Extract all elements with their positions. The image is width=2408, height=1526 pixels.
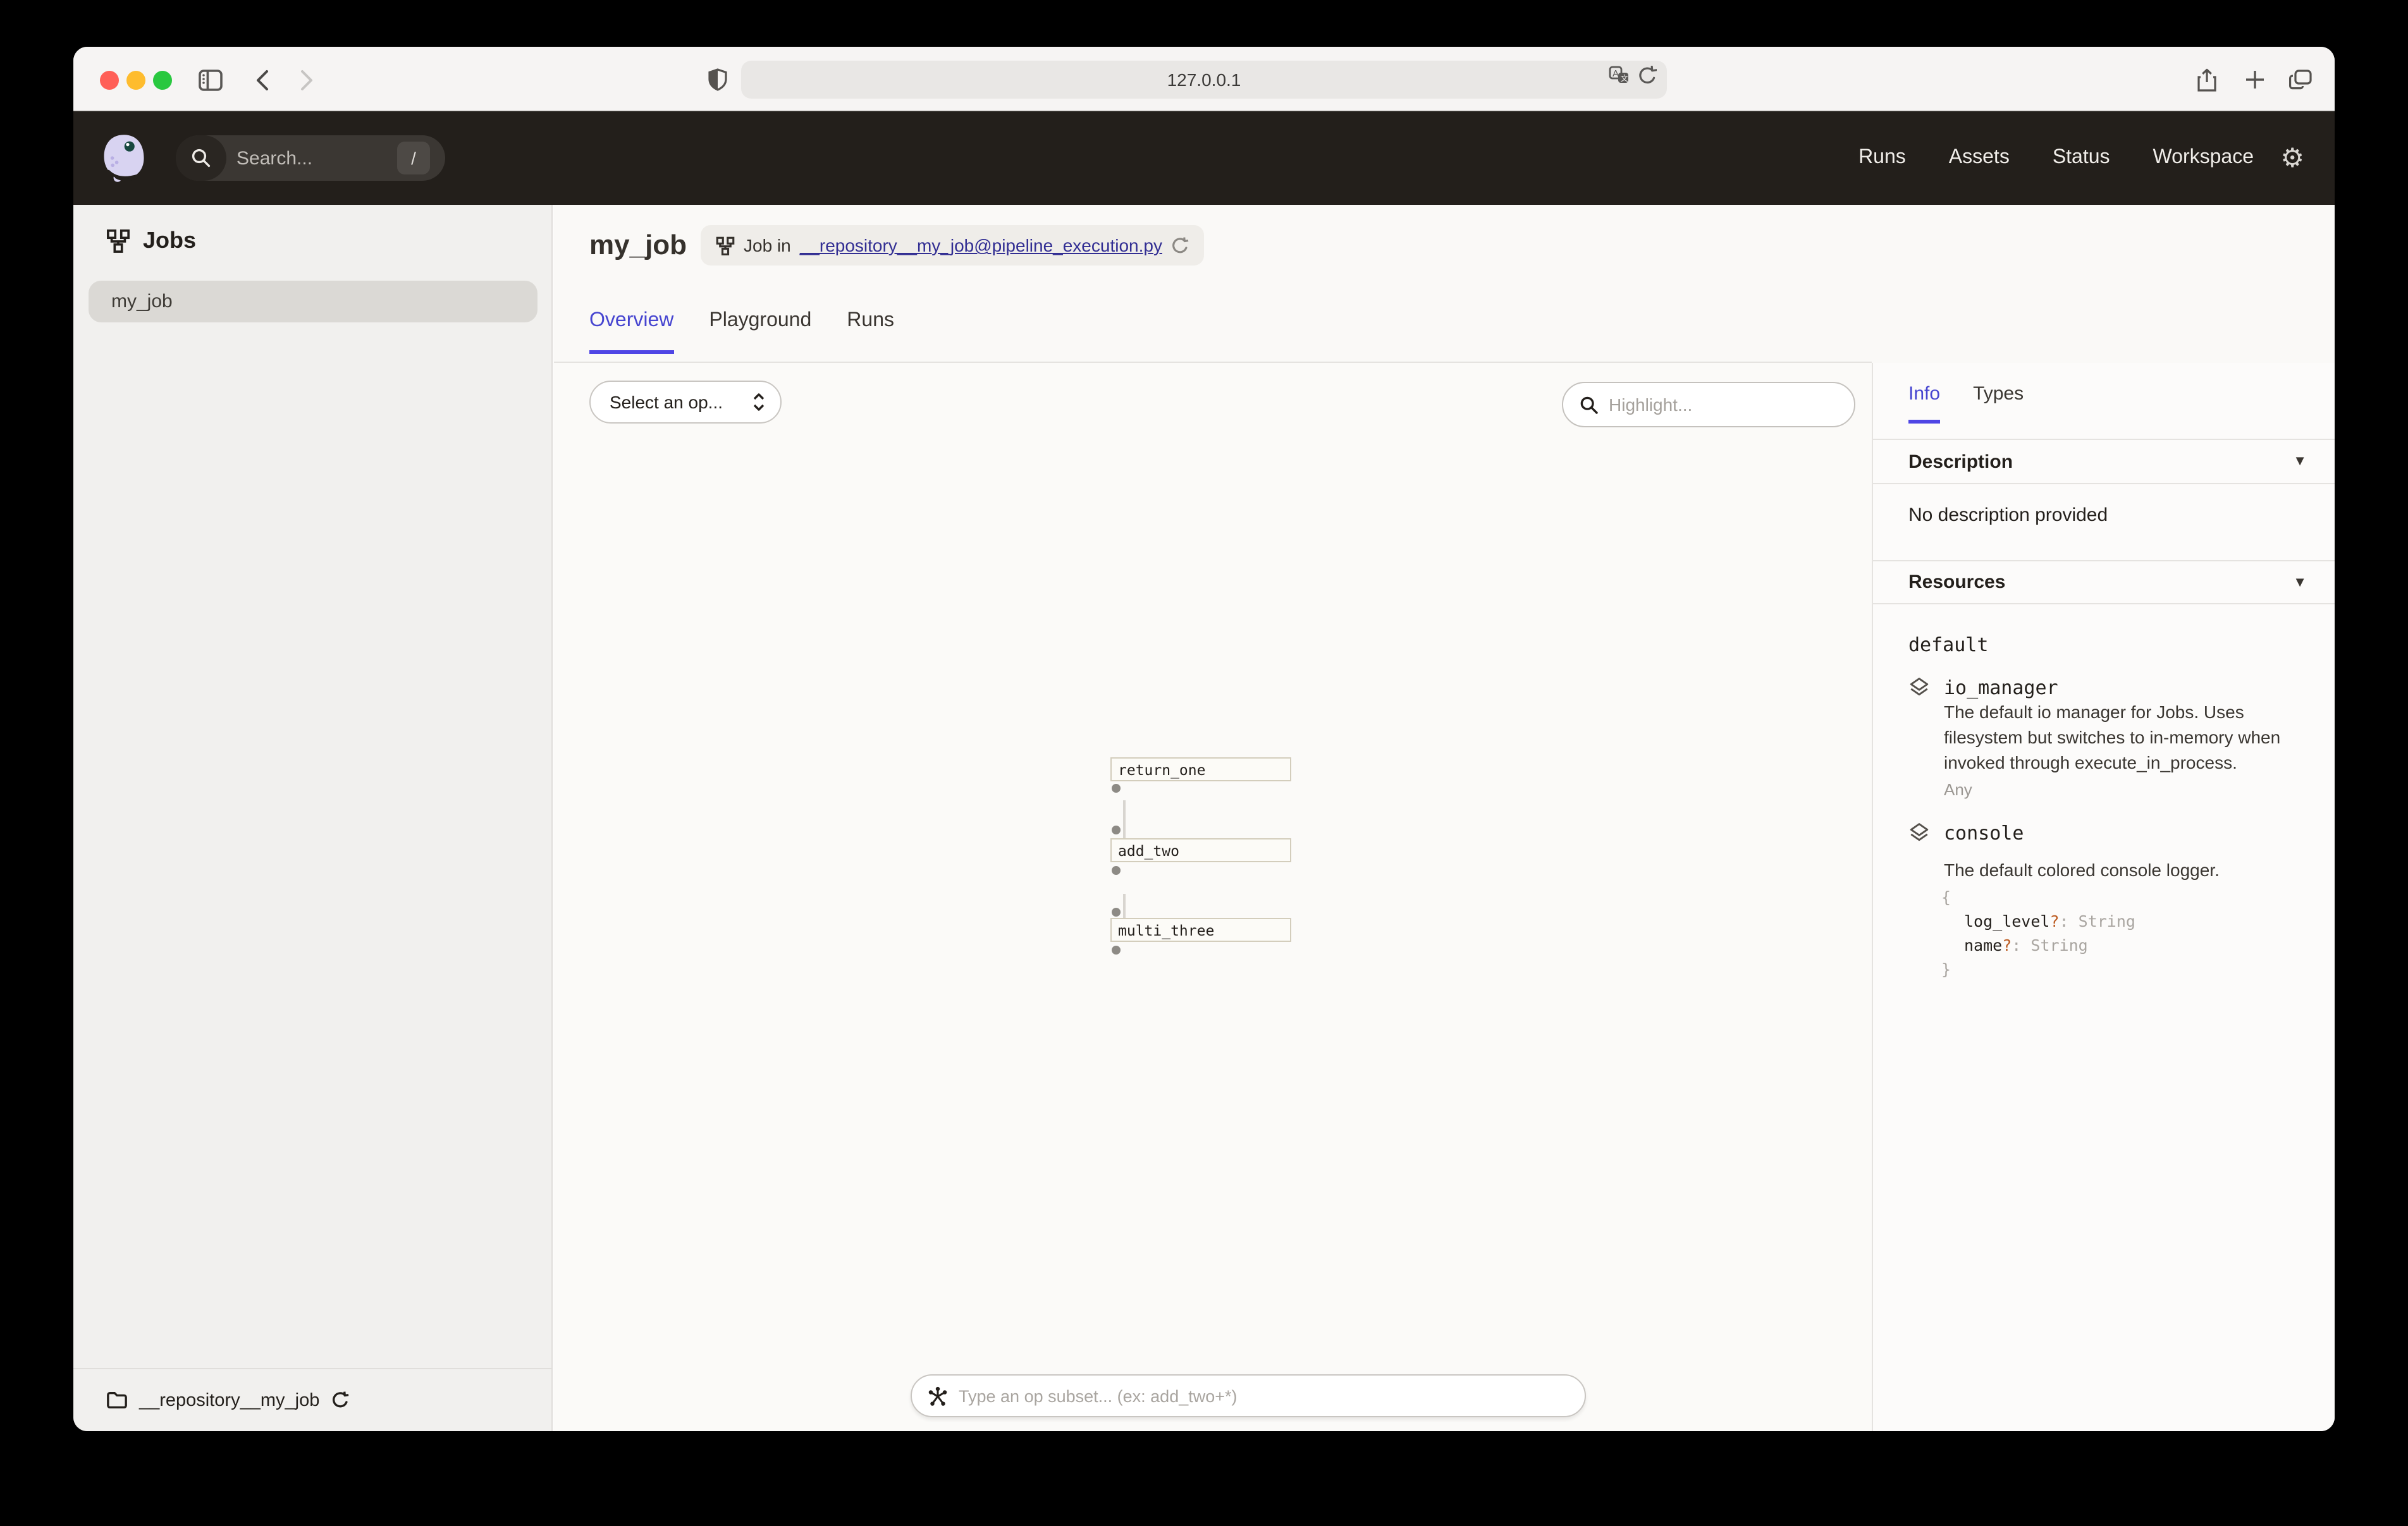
url-bar[interactable]: 127.0.0.1 A文 [741, 61, 1667, 99]
panel-tab-info[interactable]: Info [1908, 383, 1940, 424]
edge-return-one-add-two [1123, 800, 1126, 838]
global-search[interactable]: / [176, 135, 445, 181]
sidebar-jobs-title: Jobs [143, 228, 196, 254]
reload-icon[interactable] [1638, 66, 1657, 86]
output-port [1112, 866, 1121, 875]
tab-runs[interactable]: Runs [847, 310, 894, 354]
url-text: 127.0.0.1 [1167, 70, 1241, 90]
output-port [1112, 784, 1121, 793]
job-reload-icon[interactable] [1171, 236, 1189, 255]
panel-tab-types[interactable]: Types [1973, 383, 2024, 424]
job-origin-tag: Job in __repository__my_job@pipeline_exe… [701, 225, 1204, 266]
zoom-window-button[interactable] [153, 71, 172, 90]
description-body: No description provided [1908, 504, 2108, 526]
sidebar-jobs-header: Jobs [106, 228, 196, 254]
input-port [1112, 908, 1121, 917]
folder-icon [106, 1391, 128, 1410]
browser-window: 127.0.0.1 A文 [73, 47, 2335, 1431]
op-node-add-two[interactable]: add_two [1110, 838, 1291, 862]
resource-type: Any [1944, 780, 1972, 799]
resources-section-header[interactable]: Resources ▼ [1873, 560, 2335, 604]
minimize-window-button[interactable] [126, 71, 145, 90]
resource-description: The default colored console logger. [1944, 857, 2323, 882]
nav-assets[interactable]: Assets [1949, 147, 2010, 169]
resource-console: console [1908, 822, 2024, 845]
description-section-header[interactable]: Description ▼ [1873, 440, 2335, 484]
privacy-shield-icon[interactable] [701, 63, 734, 96]
collapse-caret-icon: ▼ [2293, 454, 2307, 469]
tab-playground[interactable]: Playground [709, 310, 811, 354]
jobs-icon [106, 229, 130, 253]
resource-description: The default io manager for Jobs. Uses fi… [1944, 699, 2323, 775]
sidebar-toggle-icon[interactable] [194, 63, 226, 96]
config-field-log-level: log_level?: String [1964, 909, 2135, 934]
highlight-search-icon [1580, 395, 1599, 414]
svg-text:A: A [1612, 68, 1619, 79]
op-selector-label: Select an op... [610, 392, 723, 412]
dagster-logo[interactable] [97, 131, 150, 185]
back-icon[interactable] [245, 63, 278, 96]
op-selector-dropdown[interactable]: Select an op... [589, 381, 782, 424]
share-icon[interactable] [2190, 63, 2223, 96]
search-input[interactable] [236, 147, 376, 169]
repository-footer[interactable]: __repository__my_job [73, 1368, 551, 1431]
job-tag-prefix: Job in [744, 235, 791, 255]
close-window-button[interactable] [100, 71, 119, 90]
highlight-input[interactable] [1609, 394, 1824, 415]
sidebar: Jobs my_job __repository__my_job [73, 205, 553, 1431]
screen: 127.0.0.1 A文 [0, 0, 2408, 1526]
main-area: my_job Job in __repository__my_job@pipel… [554, 205, 2335, 1431]
config-field-name: name?: String [1964, 933, 2088, 958]
search-shortcut-badge: / [397, 142, 430, 174]
resource-io-manager: io_manager [1908, 676, 2058, 699]
info-panel: Info Types Description ▼ No description … [1872, 363, 2335, 1431]
op-subset-filter[interactable] [911, 1374, 1586, 1417]
op-subset-icon [927, 1385, 949, 1407]
output-port [1112, 946, 1121, 955]
repository-reload-icon[interactable] [331, 1391, 348, 1410]
caret-updown-icon [752, 392, 765, 412]
nav-status[interactable]: Status [2053, 147, 2110, 169]
svg-text:文: 文 [1621, 73, 1628, 83]
forward-icon[interactable] [290, 63, 322, 96]
resource-group-name: default [1908, 633, 1988, 656]
highlight-search[interactable] [1562, 382, 1855, 427]
job-tabs: Overview Playground Runs [589, 310, 894, 354]
header-nav: Runs Assets Status Workspace [1858, 111, 2254, 205]
search-icon [176, 135, 226, 181]
op-node-multi-three[interactable]: multi_three [1110, 918, 1291, 942]
input-port [1112, 826, 1121, 834]
op-subset-input[interactable] [959, 1386, 1540, 1405]
sidebar-item-label: my_job [111, 291, 173, 312]
repository-name: __repository__my_job [139, 1390, 319, 1410]
tab-overview-icon[interactable] [2284, 63, 2317, 96]
tab-overview[interactable]: Overview [589, 310, 673, 354]
translate-icon[interactable]: A文 [1609, 66, 1630, 86]
graph-canvas[interactable]: Select an op... return_one [554, 363, 1872, 1431]
job-header: my_job Job in __repository__my_job@pipel… [554, 205, 2335, 363]
job-tag-icon [716, 236, 735, 255]
resource-icon [1908, 822, 1930, 845]
sidebar-item-my-job[interactable]: my_job [89, 281, 538, 322]
op-node-return-one[interactable]: return_one [1110, 757, 1291, 781]
content: Jobs my_job __repository__my_job [73, 205, 2335, 1431]
app-header: / Runs Assets Status Workspace ⚙ [73, 111, 2335, 205]
job-origin-link[interactable]: __repository__my_job@pipeline_execution.… [800, 235, 1162, 255]
browser-toolbar: 127.0.0.1 A文 [73, 47, 2335, 111]
nav-workspace[interactable]: Workspace [2153, 147, 2254, 169]
resource-icon [1908, 676, 1930, 699]
new-tab-icon[interactable] [2239, 63, 2271, 96]
panel-tabs: Info Types [1908, 383, 2024, 424]
edge-add-two-multi-three [1123, 894, 1126, 918]
collapse-caret-icon: ▼ [2293, 575, 2307, 590]
page-title: my_job [589, 229, 687, 262]
settings-gear-icon[interactable]: ⚙ [2280, 111, 2304, 205]
nav-runs[interactable]: Runs [1858, 147, 1906, 169]
